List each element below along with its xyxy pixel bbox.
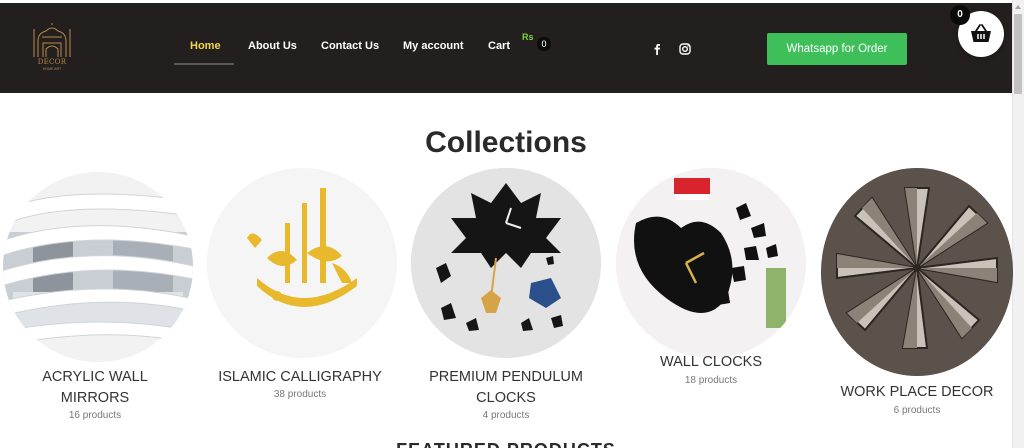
- whatsapp-order-button[interactable]: Whatsapp for Order: [767, 33, 907, 65]
- collection-image-premium-pendulum-clocks[interactable]: [411, 168, 601, 358]
- cart-currency: Rs: [522, 32, 534, 42]
- scrollbar-thumb[interactable]: [1014, 14, 1022, 94]
- collection-count: 16 products: [68, 410, 122, 421]
- collection-count: 38 products: [273, 389, 327, 400]
- instagram-icon[interactable]: [678, 42, 692, 56]
- collection-title-line[interactable]: ACRYLIC WALL: [42, 369, 148, 385]
- collection-title-islamic-calligraphy[interactable]: ISLAMIC CALLIGRAPHY: [200, 367, 400, 388]
- mosque-logo-icon: [33, 23, 71, 57]
- collection-image-work-place-decor[interactable]: [821, 168, 1013, 376]
- collection-title-line[interactable]: ISLAMIC CALLIGRAPHY: [218, 369, 382, 385]
- collection-title-line[interactable]: WALL CLOCKS: [660, 354, 762, 370]
- featured-products-heading: FEATURED PRODUCTS: [0, 440, 1012, 448]
- collection-image-islamic-calligraphy[interactable]: [207, 168, 397, 358]
- nav-my-account[interactable]: My account: [403, 40, 464, 52]
- collection-image-wall-clocks[interactable]: [616, 168, 806, 358]
- nav-home[interactable]: Home: [190, 40, 221, 52]
- logo-text: DECOR: [37, 58, 67, 66]
- collection-title-premium-pendulum-clocks[interactable]: PREMIUM PENDULUM CLOCKS: [406, 367, 606, 409]
- site-logo[interactable]: DECOR HOME ART: [30, 23, 74, 75]
- logo-subtext: HOME ART: [42, 67, 62, 71]
- cart-count-badge: 0: [537, 37, 551, 51]
- collection-title-line[interactable]: MIRRORS: [61, 390, 129, 406]
- nav-active-underline: [174, 63, 234, 65]
- collection-count: 6 products: [893, 405, 941, 416]
- collection-title-line[interactable]: WORK PLACE DECOR: [840, 384, 993, 400]
- collection-image-acrylic-wall-mirrors[interactable]: [3, 172, 193, 362]
- collection-count: 4 products: [482, 410, 530, 421]
- collection-count: 18 products: [684, 375, 738, 386]
- collection-title-line[interactable]: PREMIUM PENDULUM: [429, 369, 583, 385]
- basket-count-badge: 0: [950, 5, 970, 25]
- collection-title-wall-clocks[interactable]: WALL CLOCKS: [611, 352, 811, 373]
- collection-title-acrylic-wall-mirrors[interactable]: ACRYLIC WALL MIRRORS: [0, 367, 195, 409]
- basket-icon: [971, 24, 991, 42]
- nav-cart[interactable]: Cart: [488, 40, 510, 52]
- collections-heading: Collections: [425, 126, 587, 159]
- nav-contact-us[interactable]: Contact Us: [321, 40, 379, 52]
- collection-title-work-place-decor[interactable]: WORK PLACE DECOR: [817, 382, 1017, 403]
- facebook-icon[interactable]: [650, 42, 664, 56]
- nav-about-us[interactable]: About Us: [248, 40, 297, 52]
- site-header: DECOR HOME ART Home About Us Contact Us …: [0, 3, 1012, 93]
- collection-title-line[interactable]: CLOCKS: [476, 390, 536, 406]
- scroll-up-arrow-icon[interactable]: [1012, 0, 1024, 12]
